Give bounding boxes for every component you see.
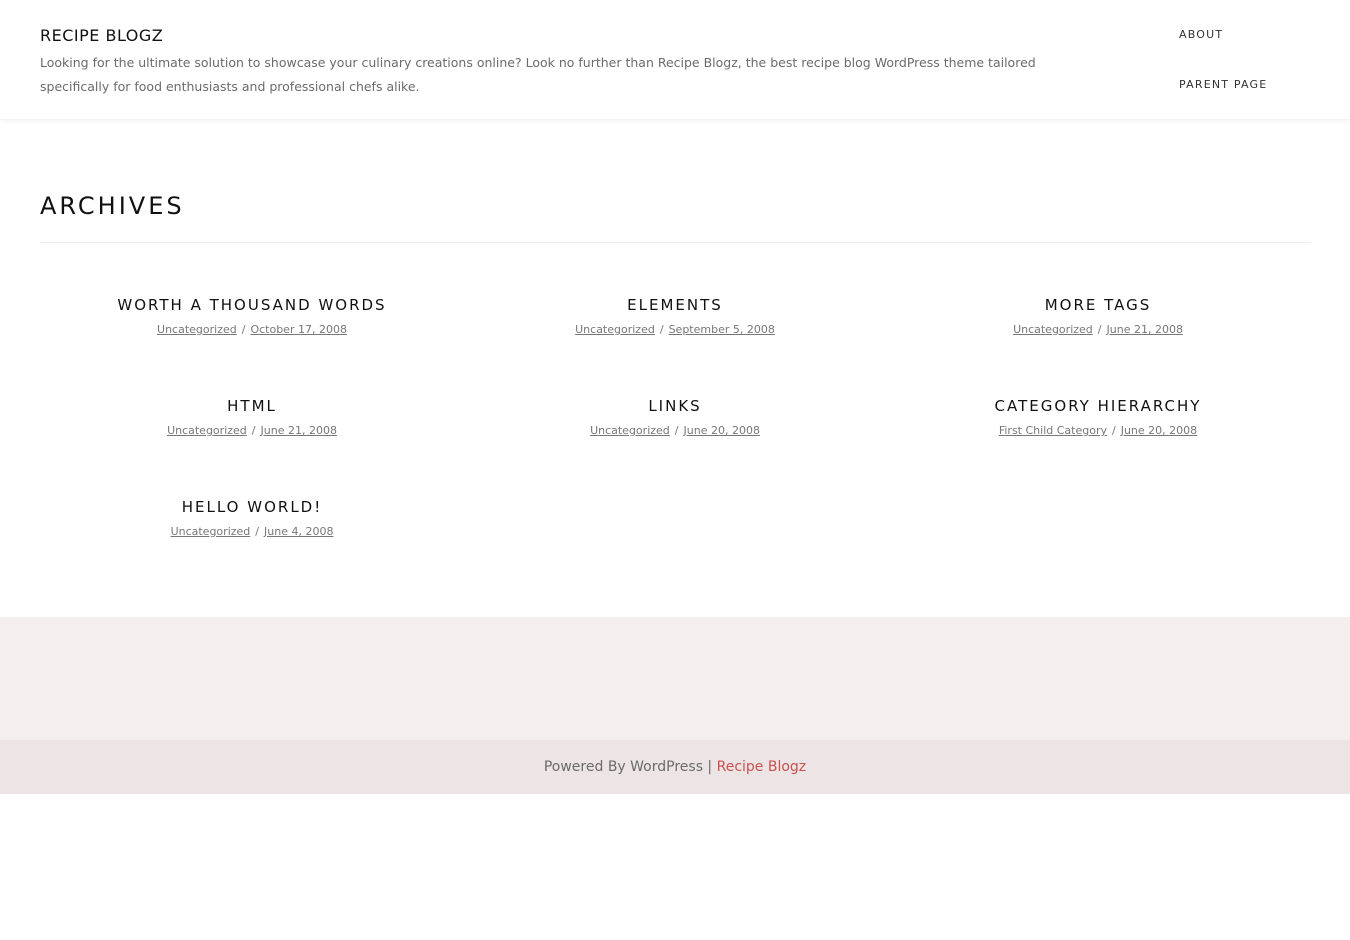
- post-meta: Uncategorized / June 21, 2008: [886, 323, 1310, 336]
- post-card: HTML Uncategorized / June 21, 2008: [40, 397, 464, 437]
- post-card: WORTH A THOUSAND WORDS Uncategorized / Oct…: [40, 296, 464, 336]
- post-card: HELLO WORLD! Uncategorized / June 4, 2008: [40, 498, 464, 538]
- post-title-link[interactable]: HELLO WORLD!: [40, 498, 464, 516]
- post-date-link[interactable]: June 21, 2008: [261, 424, 337, 437]
- post-date-link[interactable]: June 21, 2008: [1107, 323, 1183, 336]
- post-date-link[interactable]: June 20, 2008: [684, 424, 760, 437]
- meta-separator: /: [255, 525, 259, 538]
- nav-item-parent-page[interactable]: PARENT PAGE: [1179, 78, 1267, 91]
- meta-separator: /: [659, 323, 664, 336]
- post-title-link[interactable]: MORE TAGS: [886, 296, 1310, 314]
- post-category-link[interactable]: Uncategorized: [157, 323, 237, 336]
- post-category-link[interactable]: First Child Category: [999, 424, 1107, 437]
- footer-widget-area: [0, 617, 1350, 740]
- site-title-link[interactable]: RECIPE BLOGZ: [40, 26, 163, 45]
- footer-brand-link[interactable]: Recipe Blogz: [717, 759, 807, 775]
- post-title-link[interactable]: CATEGORY HIERARCHY: [886, 397, 1310, 415]
- post-card: ELEMENTS Uncategorized / September 5, 2008: [463, 296, 887, 336]
- post-meta: First Child Category / June 20, 2008: [886, 424, 1310, 437]
- post-title-link[interactable]: LINKS: [463, 397, 887, 415]
- post-date-link[interactable]: September 5, 2008: [669, 323, 775, 336]
- site-footer: Powered By WordPress | Recipe Blogz: [0, 740, 1350, 794]
- meta-separator: /: [251, 424, 256, 437]
- post-category-link[interactable]: Uncategorized: [575, 323, 655, 336]
- page-title: ARCHIVES: [40, 192, 185, 220]
- site-header: RECIPE BLOGZ Looking for the ultimate so…: [0, 0, 1350, 120]
- post-category-link[interactable]: Uncategorized: [171, 525, 251, 538]
- footer-powered-text: Powered By WordPress |: [543, 759, 717, 775]
- post-meta: Uncategorized / September 5, 2008: [463, 323, 887, 336]
- meta-separator: /: [674, 424, 679, 437]
- title-divider: [40, 242, 1310, 243]
- post-title-link[interactable]: HTML: [40, 397, 464, 415]
- post-meta: Uncategorized / October 17, 2008: [40, 323, 464, 336]
- post-meta: Uncategorized / June 4, 2008: [40, 525, 464, 538]
- post-category-link[interactable]: Uncategorized: [590, 424, 670, 437]
- site-description: Looking for the ultimate solution to sho…: [40, 55, 1036, 94]
- meta-separator: /: [1097, 323, 1102, 336]
- post-title-link[interactable]: WORTH A THOUSAND WORDS: [40, 296, 464, 314]
- meta-separator: /: [1111, 424, 1116, 437]
- post-category-link[interactable]: Uncategorized: [167, 424, 247, 437]
- post-date-link[interactable]: October 17, 2008: [250, 323, 347, 336]
- post-category-link[interactable]: Uncategorized: [1013, 323, 1093, 336]
- post-title-link[interactable]: ELEMENTS: [463, 296, 887, 314]
- post-card: MORE TAGS Uncategorized / June 21, 2008: [886, 296, 1310, 336]
- meta-separator: /: [241, 323, 246, 336]
- post-date-link[interactable]: June 4, 2008: [264, 525, 333, 538]
- post-meta: Uncategorized / June 20, 2008: [463, 424, 887, 437]
- post-date-link[interactable]: June 20, 2008: [1121, 424, 1197, 437]
- post-meta: Uncategorized / June 21, 2008: [40, 424, 464, 437]
- post-card: LINKS Uncategorized / June 20, 2008: [463, 397, 887, 437]
- nav-item-about[interactable]: ABOUT: [1179, 28, 1223, 41]
- post-card: CATEGORY HIERARCHY First Child Category /…: [886, 397, 1310, 437]
